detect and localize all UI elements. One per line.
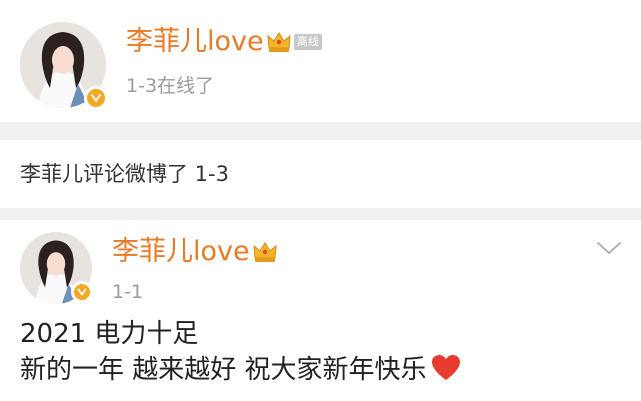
activity-notice[interactable]: 李菲儿评论微博了 1-3 <box>0 140 641 208</box>
offline-tag: 离线 <box>294 34 322 50</box>
user-name[interactable]: 李菲儿love <box>126 26 292 62</box>
status-card: 李菲儿love 离线 1-3在线了 <box>0 0 641 122</box>
user-name-text[interactable]: 李菲儿love <box>126 26 264 57</box>
post-line: 新的一年 越来越好 祝大家新年快乐 <box>20 355 427 385</box>
post-line: 2021 电力十足 <box>20 319 199 349</box>
post-user-name-text[interactable]: 李菲儿love <box>112 236 250 267</box>
verified-badge-icon <box>84 86 108 110</box>
post-line-with-emoji: 新的一年 越来越好 祝大家新年快乐 <box>20 352 461 392</box>
post-time: 1-1 <box>112 281 144 303</box>
post-user-name[interactable]: 李菲儿love <box>112 236 278 272</box>
crown-icon <box>266 30 292 62</box>
verified-badge-icon <box>71 281 93 303</box>
chevron-down-icon[interactable] <box>596 240 622 260</box>
separator <box>0 122 641 140</box>
activity-notice-text: 李菲儿评论微博了 1-3 <box>20 162 229 186</box>
post-content: 2021 电力十足 新的一年 越来越好 祝大家新年快乐 <box>20 316 461 392</box>
crown-icon <box>252 240 278 272</box>
heart-emoji-icon <box>431 354 461 392</box>
online-time: 1-3在线了 <box>126 75 215 97</box>
separator <box>0 208 641 220</box>
